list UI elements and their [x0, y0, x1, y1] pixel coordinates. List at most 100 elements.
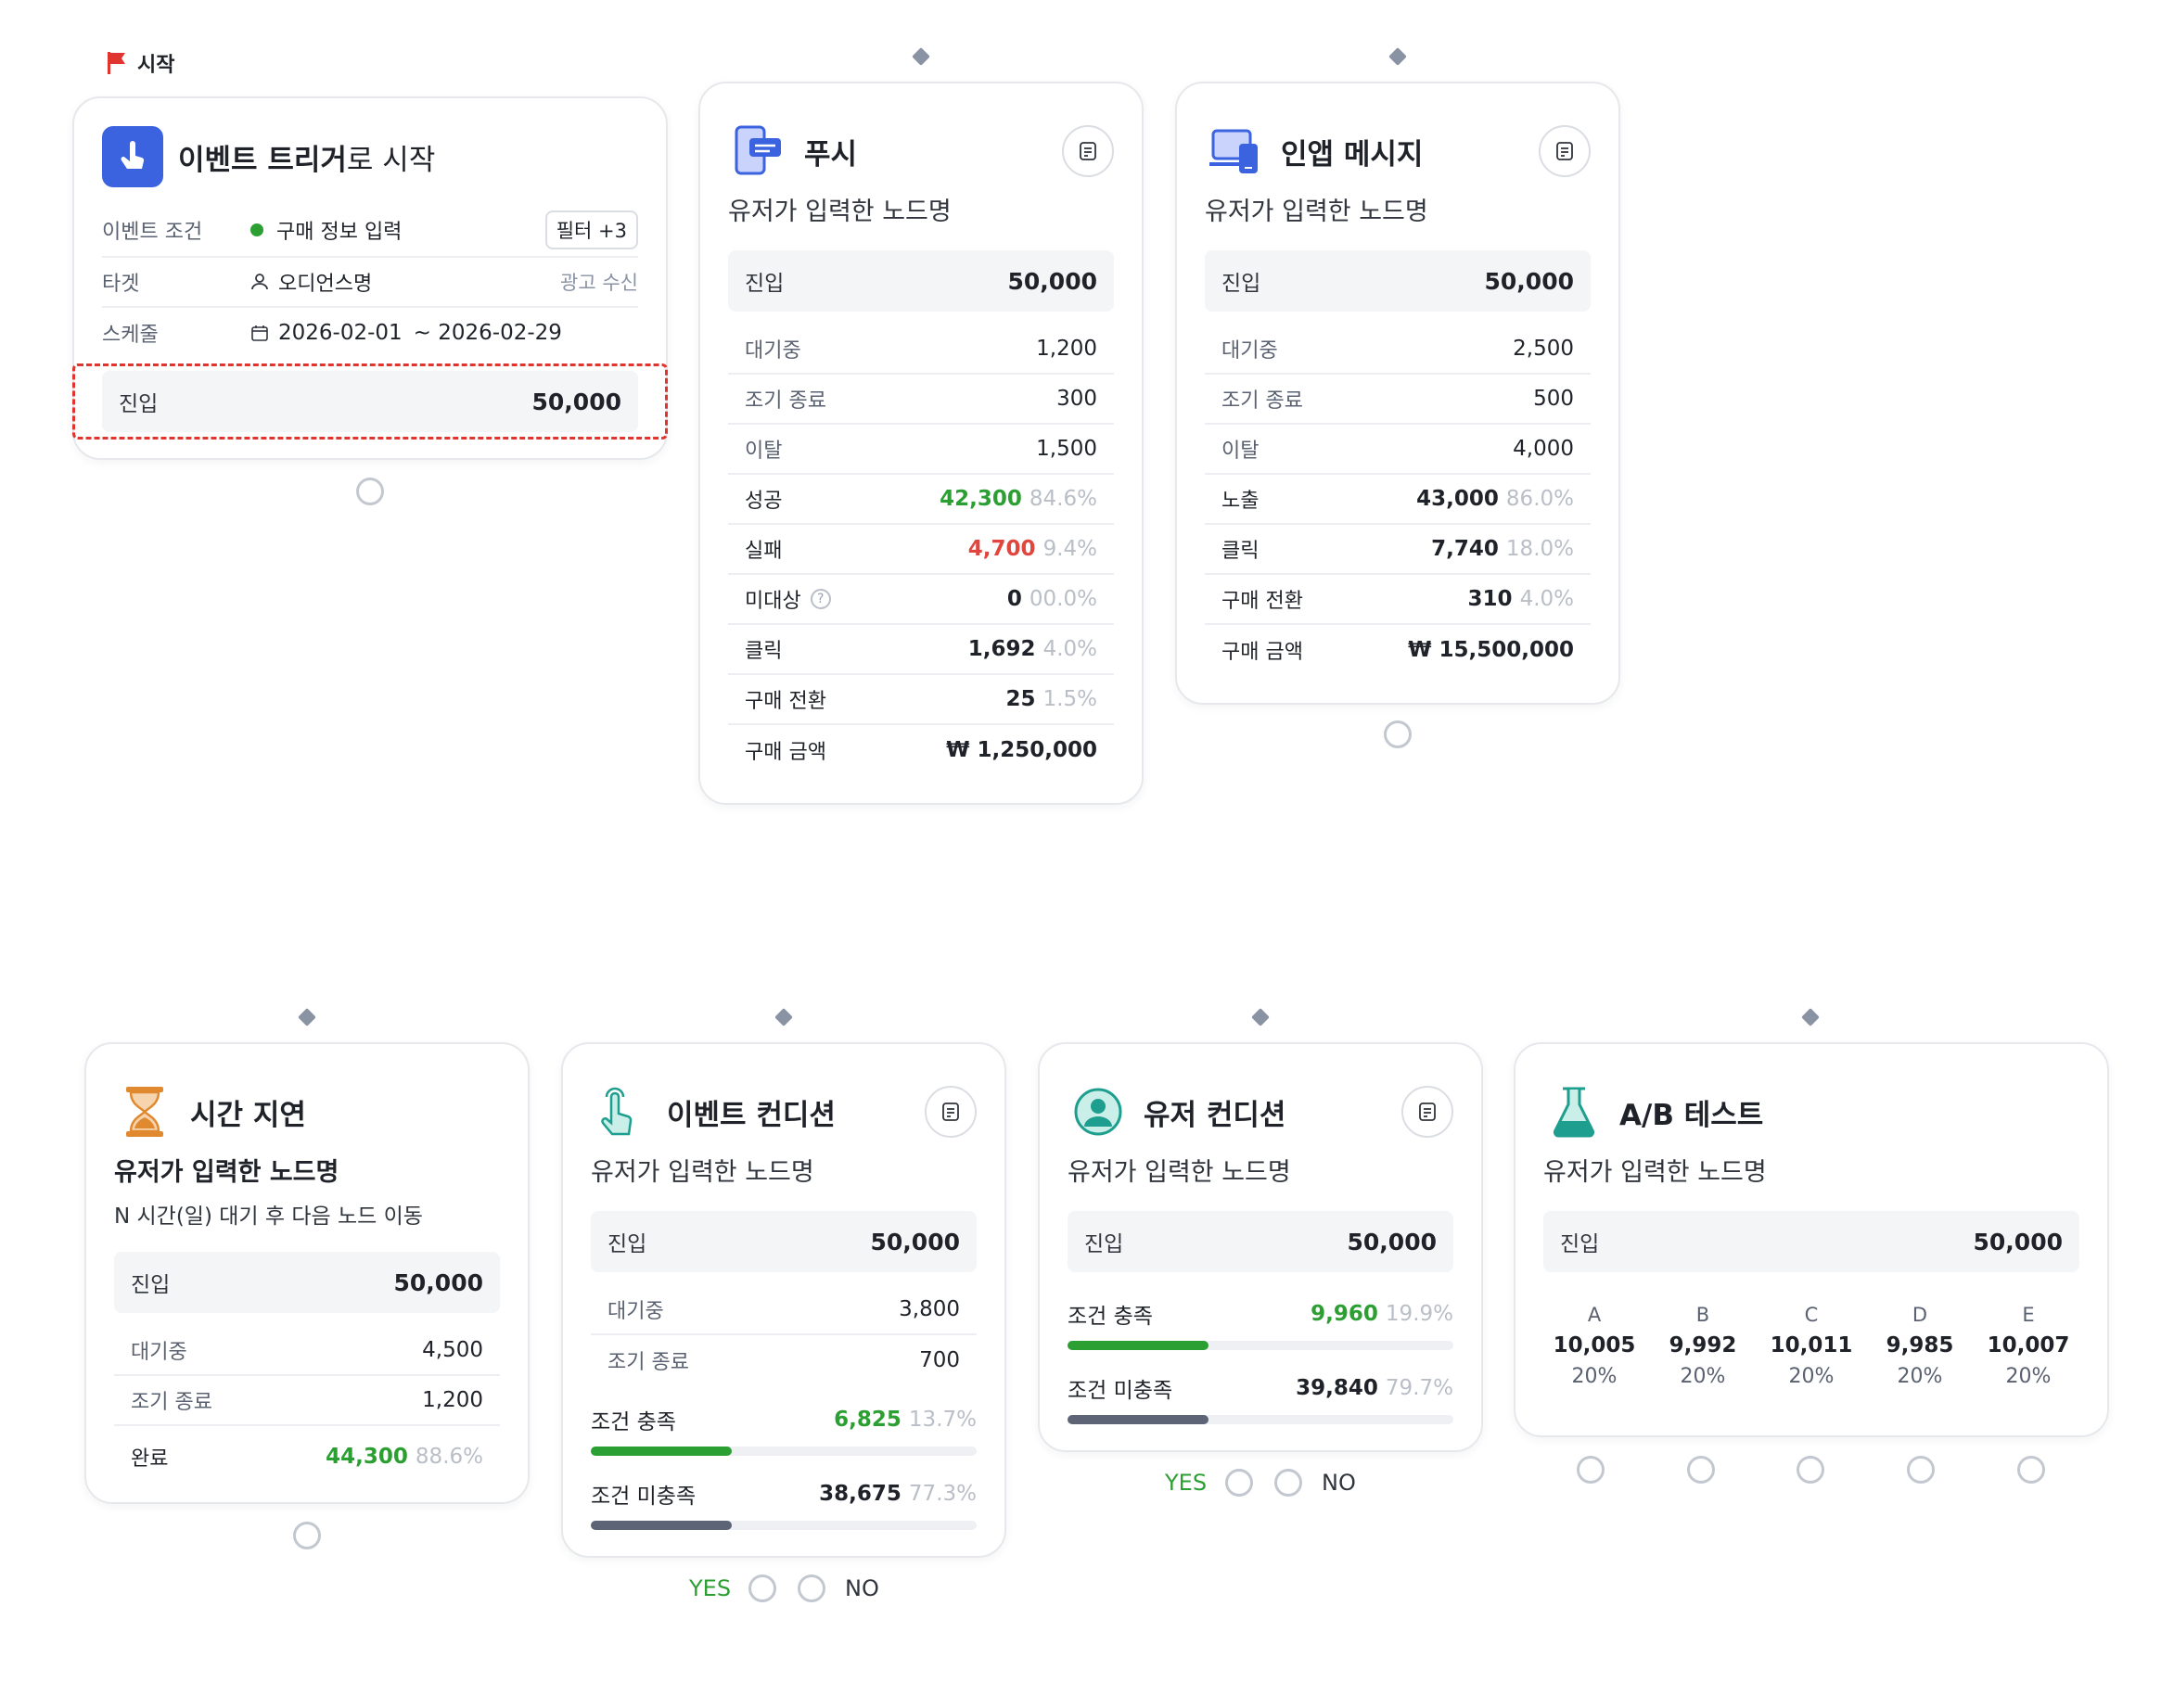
ab-test-node-card[interactable]: A/B 테스트 유저가 입력한 노드명 진입 50,000 A 10,005 20% … [1514, 1042, 2109, 1437]
ab-input-handle[interactable] [1801, 1008, 1820, 1026]
metric-row: 구매 전환 25 1.5% [728, 675, 1114, 725]
user-cond-no-label: NO [1322, 1470, 1356, 1496]
event-cond-title: 이벤트 컨디션 [667, 1098, 836, 1132]
metric-row: 완료 44,300 88.6% [131, 1445, 483, 1471]
inapp-entry: 진입 50,000 [1205, 250, 1591, 312]
unmet-progress-bar [1068, 1415, 1208, 1424]
event-cond-met: 조건 충족 6,825 13.7% [591, 1404, 977, 1456]
memo-icon [1080, 142, 1096, 160]
ab-variant-c: C 10,011 20% [1770, 1304, 1853, 1388]
event-cond-yes-label: YES [689, 1575, 732, 1601]
push-node-card[interactable]: 푸시 유저가 입력한 노드명 진입 50,000 대기중 1,200 조기 종료 30… [698, 82, 1144, 805]
metric-row: 대기중 4,500 [114, 1326, 500, 1376]
inapp-memo-button[interactable] [1539, 125, 1591, 177]
flag-icon [108, 52, 125, 74]
start-label-text: 시작 [137, 54, 175, 77]
push-input-handle[interactable] [912, 47, 930, 66]
metric-row: 이탈 1,500 [728, 425, 1114, 475]
met-progress-bar [591, 1447, 732, 1456]
trigger-title: 이벤트 트리거로 시작 [178, 143, 436, 177]
user-cond-no-handle[interactable] [1274, 1469, 1302, 1497]
event-cond-memo-button[interactable] [925, 1086, 977, 1138]
ab-output-handle-c[interactable] [1797, 1456, 1824, 1484]
delay-node-name: 유저가 입력한 노드명 [114, 1158, 339, 1187]
user-cond-unmet: 조건 미충족 39,840 79.7% [1068, 1372, 1453, 1424]
event-cond-metrics: 대기중 3,800 조기 종료 700 [591, 1285, 977, 1385]
memo-icon [1556, 142, 1573, 160]
metric-row: 구매 전환 310 4.0% [1205, 575, 1591, 625]
delay-output-handle[interactable] [293, 1522, 321, 1549]
user-cond-met: 조건 충족 9,960 19.9% [1068, 1298, 1453, 1350]
ab-variant-a: A 10,005 20% [1553, 1304, 1636, 1388]
event-condition-node-card[interactable]: 이벤트 컨디션 유저가 입력한 노드명 진입 50,000 대기중 3,800 조기… [561, 1042, 1006, 1558]
help-icon[interactable]: ? [810, 589, 831, 609]
memo-icon [1419, 1103, 1436, 1121]
metric-row: 대기중 1,200 [728, 325, 1114, 375]
metric-row: 구매 금액 ₩ 15,500,000 [1221, 638, 1574, 664]
metric-row: 노출 43,000 86.0% [1205, 475, 1591, 525]
ab-node-name: 유저가 입력한 노드명 [1543, 1158, 1767, 1187]
metric-row: 구매 금액 ₩ 1,250,000 [745, 738, 1097, 764]
user-cond-node-name: 유저가 입력한 노드명 [1068, 1158, 1291, 1187]
metric-row: 이탈 4,000 [1205, 425, 1591, 475]
trigger-entry: 진입 50,000 [102, 371, 638, 432]
ab-output-handle-d[interactable] [1907, 1456, 1935, 1484]
user-cond-yes-handle[interactable] [1225, 1469, 1253, 1497]
push-node-name: 유저가 입력한 노드명 [728, 198, 952, 226]
user-icon [251, 274, 268, 290]
inapp-input-handle[interactable] [1388, 47, 1407, 66]
user-cond-yes-label: YES [1165, 1470, 1208, 1496]
metric-row: 대기중 2,500 [1205, 325, 1591, 375]
calendar-icon [251, 325, 268, 341]
push-metrics: 대기중 1,200 조기 종료 300 이탈 1,500 성공 42,300 84.6% … [728, 325, 1114, 775]
inapp-metrics: 대기중 2,500 조기 종료 500 이탈 4,000 노출 43,000 86.0% … [1205, 325, 1591, 675]
event-cond-entry: 진입 50,000 [591, 1211, 977, 1272]
inapp-message-icon [1205, 121, 1266, 182]
push-memo-button[interactable] [1062, 125, 1114, 177]
metric-row: 조기 종료 1,200 [114, 1376, 500, 1426]
user-cond-title: 유저 컨디션 [1144, 1098, 1286, 1132]
trigger-target-row: 타겟 오디언스명 광고 수신 [102, 258, 638, 308]
user-cond-entry: 진입 50,000 [1068, 1211, 1453, 1272]
ab-variant-e: E 10,007 20% [1987, 1304, 2070, 1388]
ab-output-handle-e[interactable] [2017, 1456, 2045, 1484]
trigger-node-card[interactable]: 이벤트 트리거로 시작 이벤트 조건 구매 정보 입력 필터 +3 타겟 오디언… [72, 96, 668, 460]
event-cond-no-handle[interactable] [798, 1574, 825, 1602]
trigger-event-row: 이벤트 조건 구매 정보 입력 필터 +3 [102, 204, 638, 258]
delay-description: N 시간(일) 대기 후 다음 노드 이동 [114, 1205, 423, 1229]
metric-row: 조기 종료 300 [728, 375, 1114, 425]
metric-row: 성공 42,300 84.6% [728, 475, 1114, 525]
metric-row: 조기 종료 500 [1205, 375, 1591, 425]
inapp-node-card[interactable]: 인앱 메시지 유저가 입력한 노드명 진입 50,000 대기중 2,500 조기 … [1175, 82, 1620, 705]
event-cond-unmet: 조건 미충족 38,675 77.3% [591, 1478, 977, 1530]
push-icon [728, 121, 789, 182]
hourglass-icon [114, 1081, 175, 1142]
delay-node-card[interactable]: 시간 지연 유저가 입력한 노드명 N 시간(일) 대기 후 다음 노드 이동 … [84, 1042, 530, 1504]
filter-badge[interactable]: 필터 +3 [544, 210, 638, 249]
event-cond-no-label: NO [845, 1575, 879, 1601]
push-entry: 진입 50,000 [728, 250, 1114, 312]
ab-variant-b: B 9,992 20% [1669, 1304, 1737, 1388]
unmet-progress-bar [591, 1521, 732, 1530]
status-dot-icon [250, 223, 263, 236]
user-cond-input-handle[interactable] [1251, 1008, 1270, 1026]
delay-input-handle[interactable] [298, 1008, 316, 1026]
event-cond-yes-handle[interactable] [748, 1574, 776, 1602]
ab-entry: 진입 50,000 [1543, 1211, 2079, 1272]
ab-output-handle-a[interactable] [1577, 1456, 1605, 1484]
memo-icon [942, 1103, 959, 1121]
inapp-title: 인앱 메시지 [1281, 137, 1424, 172]
event-cond-input-handle[interactable] [774, 1008, 793, 1026]
user-condition-node-card[interactable]: 유저 컨디션 유저가 입력한 노드명 진입 50,000 조건 충족 9,960 19… [1038, 1042, 1483, 1452]
trigger-output-handle[interactable] [356, 478, 384, 505]
push-title: 푸시 [804, 137, 858, 172]
metric-row: 조기 종료 700 [607, 1348, 960, 1374]
delay-title: 시간 지연 [190, 1098, 306, 1132]
user-circle-icon [1068, 1081, 1129, 1142]
user-cond-memo-button[interactable] [1401, 1086, 1453, 1138]
ab-output-handle-b[interactable] [1687, 1456, 1715, 1484]
metric-row: 실패 4,700 9.4% [728, 525, 1114, 575]
tap-gesture-icon [591, 1081, 652, 1142]
hand-pointer-icon [102, 126, 163, 187]
inapp-output-handle[interactable] [1384, 720, 1412, 748]
